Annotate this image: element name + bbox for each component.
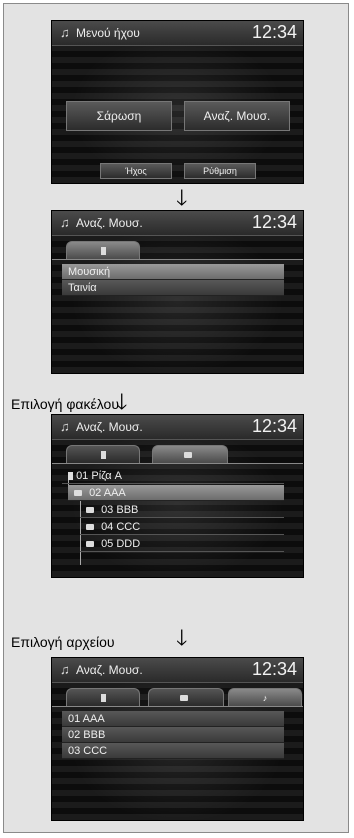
clock: 12:34 bbox=[251, 416, 297, 436]
folder-icon bbox=[86, 507, 94, 514]
tab-usb[interactable] bbox=[66, 688, 140, 706]
clock: 12:34 bbox=[251, 659, 297, 679]
list-item[interactable]: 03 BBB bbox=[80, 502, 284, 518]
down-arrow-icon: 🡓 bbox=[176, 626, 188, 651]
screen-header: ♫ Αναζ. Μουσ. 12:34 bbox=[52, 211, 303, 236]
screen-header: ♫ Αναζ. Μουσ. 12:34 bbox=[52, 658, 303, 683]
screen-sound-menu: ♫ Μενού ήχου 12:34 Σάρωση Αναζ. Μουσ. Ήχ… bbox=[51, 20, 304, 184]
list-item-label: 04 CCC bbox=[101, 521, 141, 533]
list-item[interactable]: 03 CCC bbox=[62, 743, 284, 759]
tab-divider bbox=[52, 463, 303, 464]
usb-icon bbox=[100, 450, 106, 459]
usb-icon bbox=[68, 472, 73, 481]
screen-folder-select: ♫ Αναζ. Μουσ. 12:34 01 Ρίζα A 02 AAA 03 … bbox=[51, 414, 304, 578]
music-note-icon: ♪ bbox=[262, 692, 268, 703]
list-item[interactable]: 01 Ρίζα A bbox=[62, 468, 284, 484]
folder-icon bbox=[86, 524, 94, 531]
tab-divider bbox=[52, 259, 303, 260]
list-item-label: 03 BBB bbox=[101, 504, 139, 516]
clock: 12:34 bbox=[251, 212, 297, 232]
list-item-label: 05 DDD bbox=[101, 538, 141, 550]
search-music-button[interactable]: Αναζ. Μουσ. bbox=[184, 101, 290, 131]
music-note-icon: ♫ bbox=[60, 215, 70, 230]
music-note-icon: ♫ bbox=[60, 25, 70, 40]
list-item[interactable]: 02 AAA bbox=[68, 485, 284, 501]
down-arrow-icon: 🡓 bbox=[116, 390, 128, 415]
screen-search-music: ♫ Αναζ. Μουσ. 12:34 Μουσική Ταινία bbox=[51, 210, 304, 374]
tab-usb[interactable] bbox=[66, 241, 140, 259]
caption-select-folder: Επιλογή φακέλου bbox=[11, 396, 120, 412]
list-item[interactable]: Ταινία bbox=[62, 280, 284, 296]
folder-icon bbox=[86, 541, 94, 548]
screen-title: Μενού ήχου bbox=[76, 26, 140, 40]
music-note-icon: ♫ bbox=[60, 419, 70, 434]
list-item[interactable]: Μουσική bbox=[62, 264, 284, 280]
sound-button[interactable]: Ήχος bbox=[100, 163, 172, 179]
screen-file-select: ♫ Αναζ. Μουσ. 12:34 ♪ 01 AAA 02 BBB 03 C… bbox=[51, 657, 304, 821]
usb-icon bbox=[100, 693, 106, 702]
list-item-label: 01 Ρίζα A bbox=[76, 470, 123, 482]
screen-title: Αναζ. Μουσ. bbox=[76, 420, 143, 434]
list-item[interactable]: 01 AAA bbox=[62, 711, 284, 727]
screen-title: Αναζ. Μουσ. bbox=[76, 663, 143, 677]
folder-icon bbox=[180, 694, 188, 701]
usb-icon bbox=[100, 246, 106, 255]
tab-divider bbox=[52, 706, 303, 707]
music-note-icon: ♫ bbox=[60, 662, 70, 677]
list-item[interactable]: 05 DDD bbox=[80, 536, 284, 552]
caption-select-file: Επιλογή αρχείου bbox=[11, 634, 115, 650]
tab-songs[interactable]: ♪ bbox=[228, 688, 302, 706]
tab-folder[interactable] bbox=[152, 445, 228, 463]
list-item[interactable]: 02 BBB bbox=[62, 727, 284, 743]
clock: 12:34 bbox=[251, 22, 297, 42]
screen-title: Αναζ. Μουσ. bbox=[76, 216, 143, 230]
scan-button[interactable]: Σάρωση bbox=[66, 101, 172, 131]
folder-icon bbox=[184, 451, 192, 458]
list-item-label: 02 AAA bbox=[89, 487, 126, 499]
tab-folder[interactable] bbox=[148, 688, 224, 706]
folder-icon bbox=[74, 490, 82, 497]
screen-header: ♫ Αναζ. Μουσ. 12:34 bbox=[52, 415, 303, 440]
settings-button[interactable]: Ρύθμιση bbox=[184, 163, 256, 179]
down-arrow-icon: 🡓 bbox=[176, 186, 188, 211]
tab-usb[interactable] bbox=[66, 445, 140, 463]
instruction-panel: ♫ Μενού ήχου 12:34 Σάρωση Αναζ. Μουσ. Ήχ… bbox=[3, 3, 349, 833]
list-item[interactable]: 04 CCC bbox=[80, 519, 284, 535]
screen-header: ♫ Μενού ήχου 12:34 bbox=[52, 21, 303, 46]
